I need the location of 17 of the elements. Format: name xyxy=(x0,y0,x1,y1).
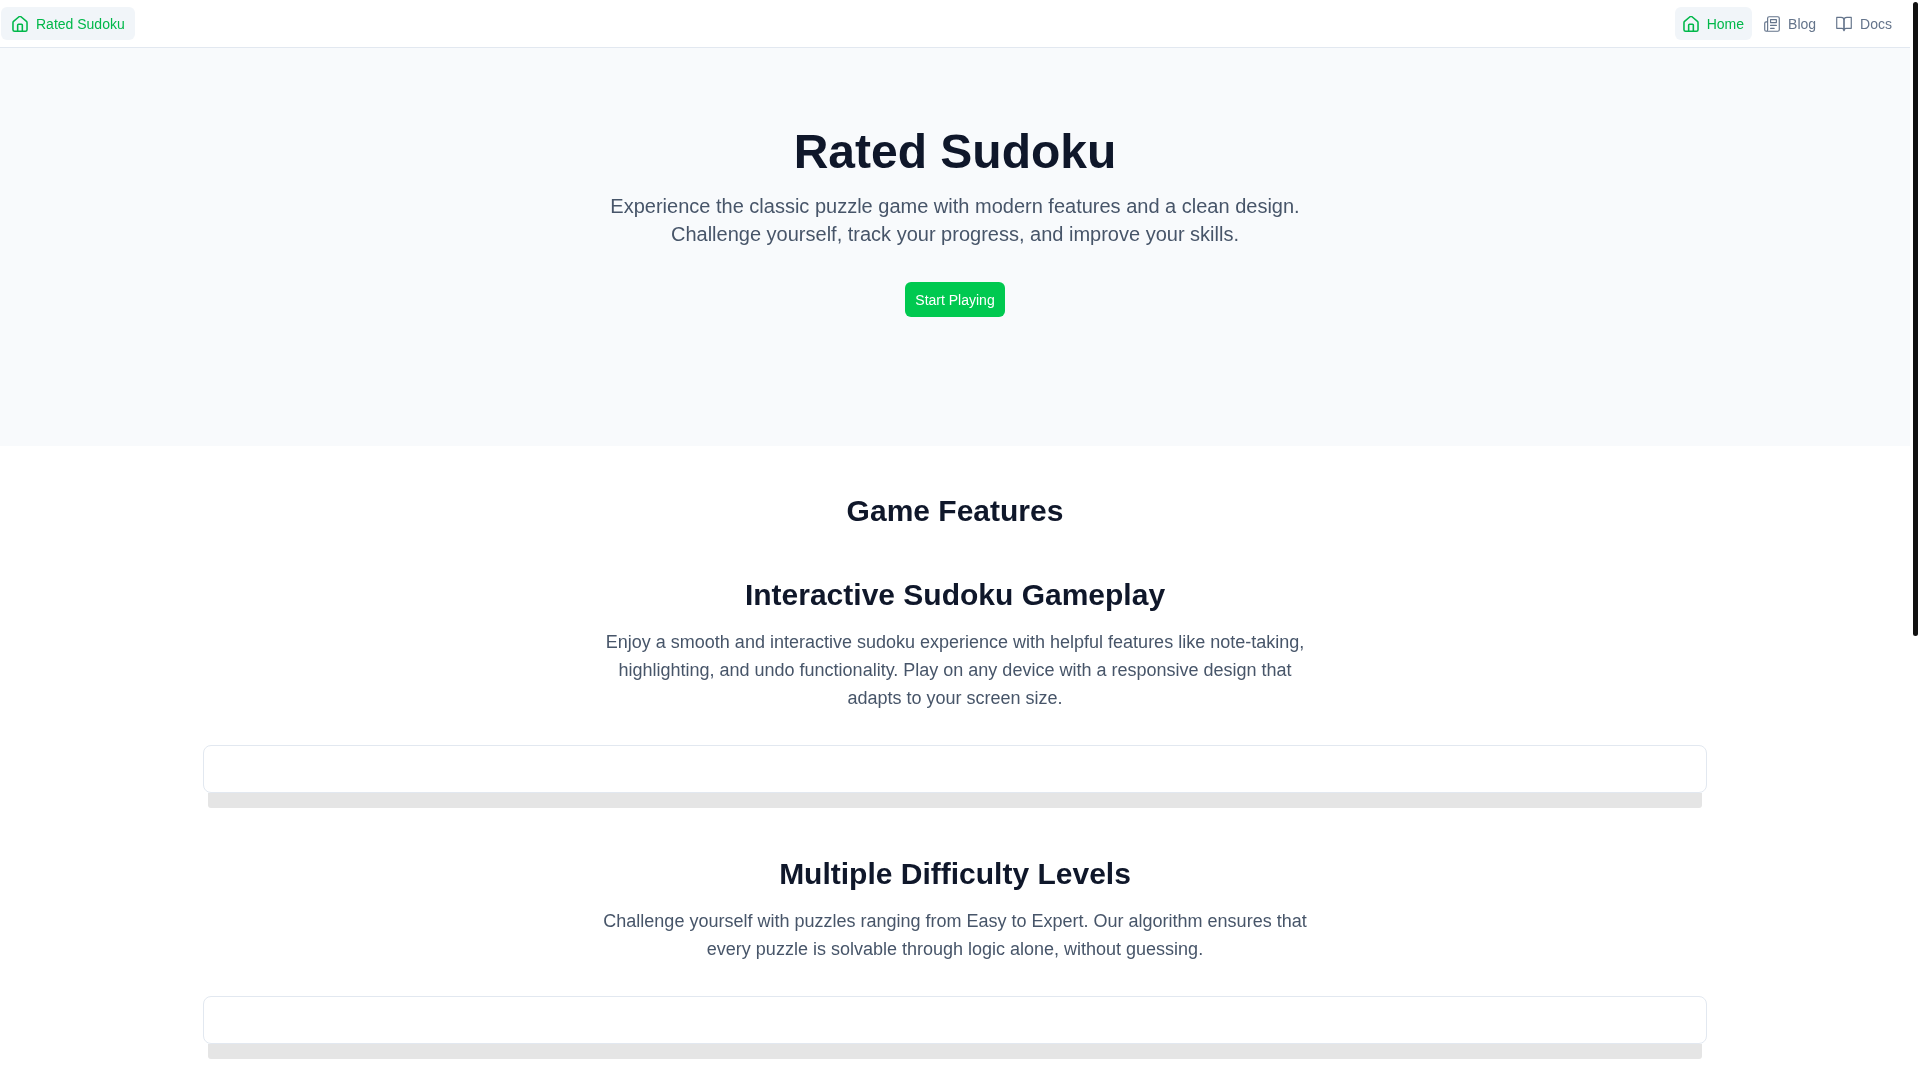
brand-link[interactable]: Rated Sudoku xyxy=(1,7,135,40)
nav-link[interactable]: Blog xyxy=(1756,7,1825,40)
newspaper-icon xyxy=(1764,15,1781,32)
nav-link[interactable]: Docs xyxy=(1828,7,1900,40)
nav-link[interactable]: Home xyxy=(1674,7,1753,40)
feature-description: Enjoy a smooth and interactive sudoku experience with helpful features like note-taking, highlighting, and undo functionality. Play on any device with a responsive design that adapts to your screen size. xyxy=(604,631,1306,710)
book-icon xyxy=(1836,15,1853,32)
feature-description: Challenge yourself with puzzles ranging from Easy to Expert. Our algorithm ensures that every puzzle is solvable through logic alone, without guessing. xyxy=(602,910,1308,961)
section-heading: Game Features xyxy=(846,493,1064,529)
hero-title: Rated Sudoku xyxy=(793,128,1117,176)
start-playing-button[interactable]: Start Playing xyxy=(905,282,1005,317)
feature-title: Interactive Sudoku Gameplay xyxy=(744,577,1166,613)
house-icon xyxy=(1682,15,1699,32)
house-icon xyxy=(12,15,28,32)
feature-title: Multiple Difficulty Levels xyxy=(779,856,1131,892)
scrollbar-thumb[interactable] xyxy=(1912,2,1918,636)
hero-subtitle: Experience the classic puzzle game with modern features and a clean design. Challenge yourself, track your progress, and improve your skills. xyxy=(609,194,1301,247)
